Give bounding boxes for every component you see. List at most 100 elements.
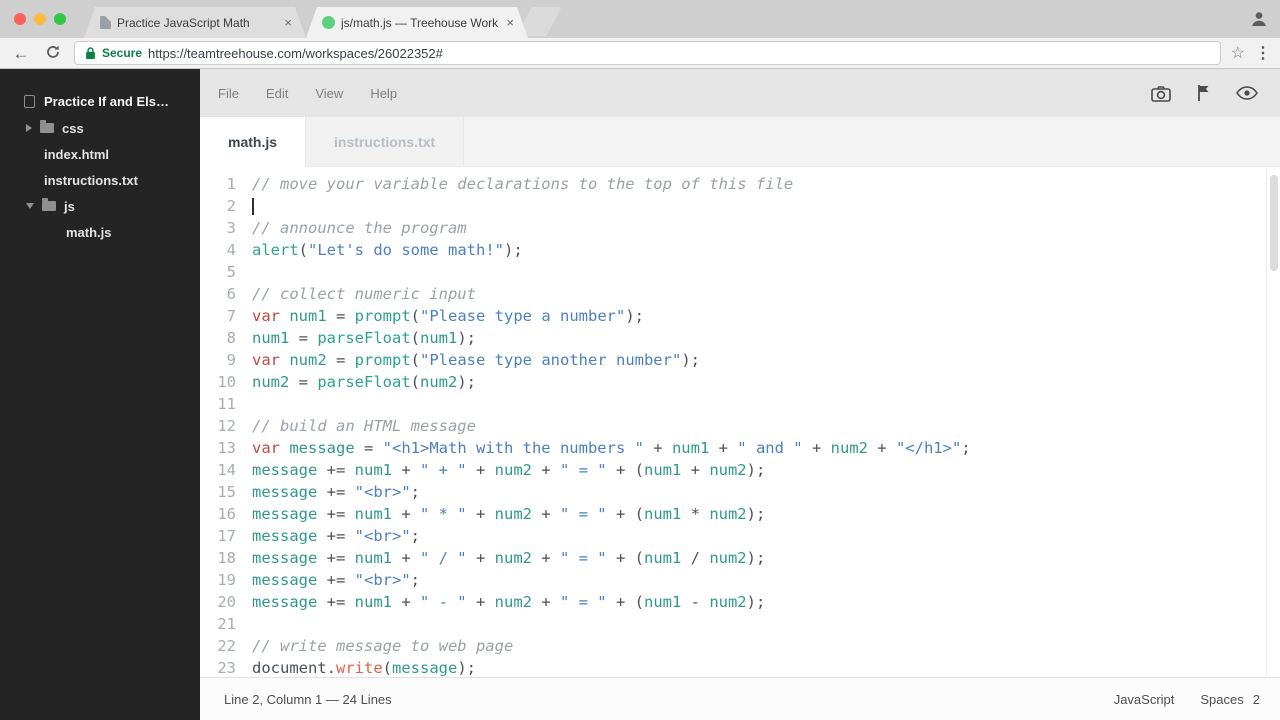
security-label: Secure [102, 46, 143, 60]
workspace-menubar: File Edit View Help [200, 69, 1280, 117]
browser-tab-strip: Practice JavaScript Math × js/math.js — … [0, 0, 1280, 38]
menu-view[interactable]: View [315, 86, 343, 101]
code-text: // move your variable declarations to th… [252, 175, 794, 193]
code-line[interactable]: 2 [200, 195, 1280, 217]
menu-file[interactable]: File [218, 86, 239, 101]
code-line[interactable]: 1 // move your variable declarations to t… [200, 173, 1280, 195]
minimize-window-button[interactable] [34, 13, 46, 25]
code-text: var num1 = prompt("Please type a number"… [252, 307, 644, 325]
scrollbar-thumb[interactable] [1270, 175, 1278, 271]
editor-statusbar: Line 2, Column 1 — 24 Lines JavaScript S… [200, 677, 1280, 720]
close-window-button[interactable] [14, 13, 26, 25]
reload-button[interactable] [42, 44, 64, 63]
code-line[interactable]: 8 num1 = parseFloat(num1); [200, 327, 1280, 349]
line-number: 4 [226, 241, 236, 259]
code-line[interactable]: 19 message += "<br>"; [200, 569, 1280, 591]
code-line[interactable]: 4 alert("Let's do some math!"); [200, 239, 1280, 261]
code-line[interactable]: 9 var num2 = prompt("Please type another … [200, 349, 1280, 371]
folder-icon [42, 198, 56, 211]
editor-main: File Edit View Help math.js instructions… [200, 69, 1280, 720]
code-text: alert("Let's do some math!"); [252, 241, 523, 259]
file-label: instructions.txt [44, 172, 138, 188]
line-number: 13 [217, 439, 236, 457]
code-line[interactable]: 22 // write message to web page [200, 635, 1280, 657]
code-line[interactable]: 16 message += num1 + " * " + num2 + " = "… [200, 503, 1280, 525]
flag-icon[interactable] [1197, 84, 1210, 102]
file-label: math.js [66, 224, 112, 240]
code-text: num2 = parseFloat(num2); [252, 373, 476, 391]
code-line[interactable]: 18 message += num1 + " / " + num2 + " = "… [200, 547, 1280, 569]
code-line[interactable]: 23 document.write(message); [200, 657, 1280, 677]
close-tab-icon[interactable]: × [504, 14, 516, 31]
code-text: // announce the program [252, 219, 467, 237]
back-button[interactable]: ← [10, 45, 32, 62]
line-number: 21 [217, 615, 236, 633]
code-line[interactable]: 6 // collect numeric input [200, 283, 1280, 305]
text-cursor [252, 198, 254, 215]
indentation-label[interactable]: Spaces 2 [1200, 692, 1260, 707]
sidebar-item-css[interactable]: css [0, 115, 200, 141]
code-line[interactable]: 14 message += num1 + " + " + num2 + " = "… [200, 459, 1280, 481]
code-line[interactable]: 21 [200, 613, 1280, 635]
workspace-page: Practice If and Els… css index.html inst… [0, 69, 1280, 720]
project-title-row[interactable]: Practice If and Els… [0, 87, 200, 115]
sidebar-item-math-js[interactable]: math.js [0, 219, 200, 245]
folder-icon [40, 120, 54, 133]
code-line[interactable]: 3 // announce the program [200, 217, 1280, 239]
line-number: 9 [226, 351, 236, 369]
close-tab-icon[interactable]: × [282, 14, 294, 31]
code-line[interactable]: 5 [200, 261, 1280, 283]
eye-icon[interactable] [1236, 86, 1258, 100]
code-line[interactable]: 15 message += "<br>"; [200, 481, 1280, 503]
line-number: 1 [226, 175, 236, 193]
line-number: 3 [226, 219, 236, 237]
fullscreen-window-button[interactable] [54, 13, 66, 25]
code-text: message += "<br>"; [252, 527, 420, 545]
caret-down-icon[interactable] [26, 203, 34, 209]
caret-right-icon[interactable] [26, 124, 32, 132]
line-number: 11 [217, 395, 236, 413]
treehouse-favicon-icon [322, 16, 335, 29]
code-line[interactable]: 10 num2 = parseFloat(num2); [200, 371, 1280, 393]
browser-tab-practice[interactable]: Practice JavaScript Math × [84, 7, 306, 38]
line-number: 2 [226, 197, 236, 215]
editor-tab-instructions-txt[interactable]: instructions.txt [306, 117, 465, 166]
code-text: message += "<br>"; [252, 483, 420, 501]
browser-menu-icon[interactable]: ⋮ [1255, 43, 1271, 63]
address-bar[interactable]: Secure https://teamtreehouse.com/workspa… [74, 41, 1221, 65]
code-editor[interactable]: 1 // move your variable declarations to t… [200, 167, 1280, 677]
bookmark-star-icon[interactable]: ☆ [1231, 43, 1245, 63]
editor-tab-math-js[interactable]: math.js [200, 117, 307, 167]
line-number: 17 [217, 527, 236, 545]
page-favicon-icon [100, 16, 111, 29]
line-number: 12 [217, 417, 236, 435]
menu-edit[interactable]: Edit [266, 86, 288, 101]
line-number: 5 [226, 263, 236, 281]
code-line[interactable]: 13 var message = "<h1>Math with the numbe… [200, 437, 1280, 459]
editor-scrollbar[interactable] [1266, 167, 1280, 677]
code-line[interactable]: 20 message += num1 + " - " + num2 + " = "… [200, 591, 1280, 613]
code-text: num1 = parseFloat(num1); [252, 329, 476, 347]
avatar-icon[interactable] [1248, 8, 1270, 30]
browser-tabs: Practice JavaScript Math × js/math.js — … [84, 7, 562, 38]
url-text[interactable]: https://teamtreehouse.com/workspaces/260… [148, 46, 443, 61]
code-line[interactable]: 11 [200, 393, 1280, 415]
code-line[interactable]: 17 message += "<br>"; [200, 525, 1280, 547]
code-text: var message = "<h1>Math with the numbers… [252, 439, 971, 457]
code-line[interactable]: 12 // build an HTML message [200, 415, 1280, 437]
code-text: message += num1 + " - " + num2 + " = " +… [252, 593, 766, 611]
sidebar-item-instructions-txt[interactable]: instructions.txt [0, 167, 200, 193]
line-number: 18 [217, 549, 236, 567]
browser-tab-workspace[interactable]: js/math.js — Treehouse Works × [306, 7, 528, 38]
cursor-position-label: Line 2, Column 1 — 24 Lines [224, 691, 392, 707]
browser-toolbar: ← Secure https://teamtreehouse.com/works… [0, 38, 1280, 69]
sidebar-item-js[interactable]: js [0, 193, 200, 219]
workspace-toolbar-icons [1151, 84, 1258, 102]
code-line[interactable]: 7 var num1 = prompt("Please type a number… [200, 305, 1280, 327]
project-title: Practice If and Els… [44, 93, 169, 109]
line-number: 10 [217, 373, 236, 391]
sidebar-item-index-html[interactable]: index.html [0, 141, 200, 167]
camera-icon[interactable] [1151, 85, 1171, 102]
language-label[interactable]: JavaScript [1114, 692, 1175, 707]
menu-help[interactable]: Help [370, 86, 397, 101]
